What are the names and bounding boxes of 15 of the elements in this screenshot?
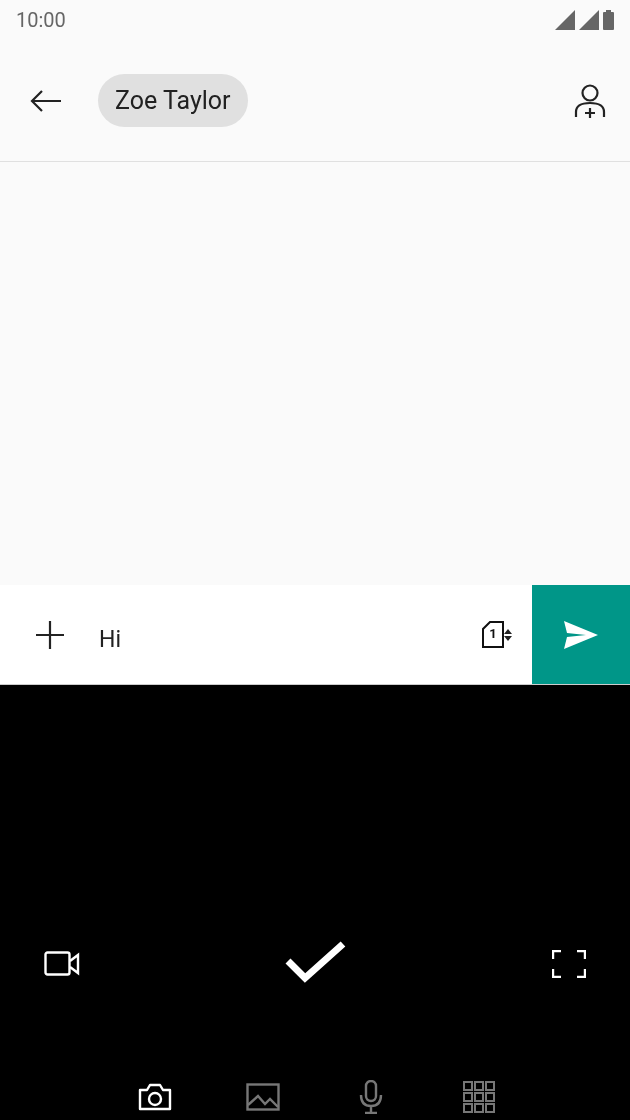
send-icon bbox=[564, 620, 598, 649]
message-field[interactable]: Hi bbox=[99, 626, 482, 653]
fullscreen-icon[interactable] bbox=[552, 950, 586, 978]
signal-icon bbox=[579, 10, 599, 30]
grid-icon[interactable] bbox=[461, 1079, 497, 1115]
add-icon[interactable] bbox=[35, 619, 65, 650]
battery-icon bbox=[603, 10, 614, 30]
clock: 10:00 bbox=[16, 8, 66, 32]
recipient-chip[interactable]: Zoe Taylor bbox=[98, 74, 248, 127]
send-button[interactable] bbox=[532, 585, 630, 684]
video-icon[interactable] bbox=[44, 951, 80, 977]
signal-icon bbox=[555, 10, 575, 30]
add-contact-icon[interactable] bbox=[574, 83, 606, 118]
up-down-arrows-icon bbox=[504, 627, 512, 642]
back-icon[interactable] bbox=[30, 88, 62, 113]
